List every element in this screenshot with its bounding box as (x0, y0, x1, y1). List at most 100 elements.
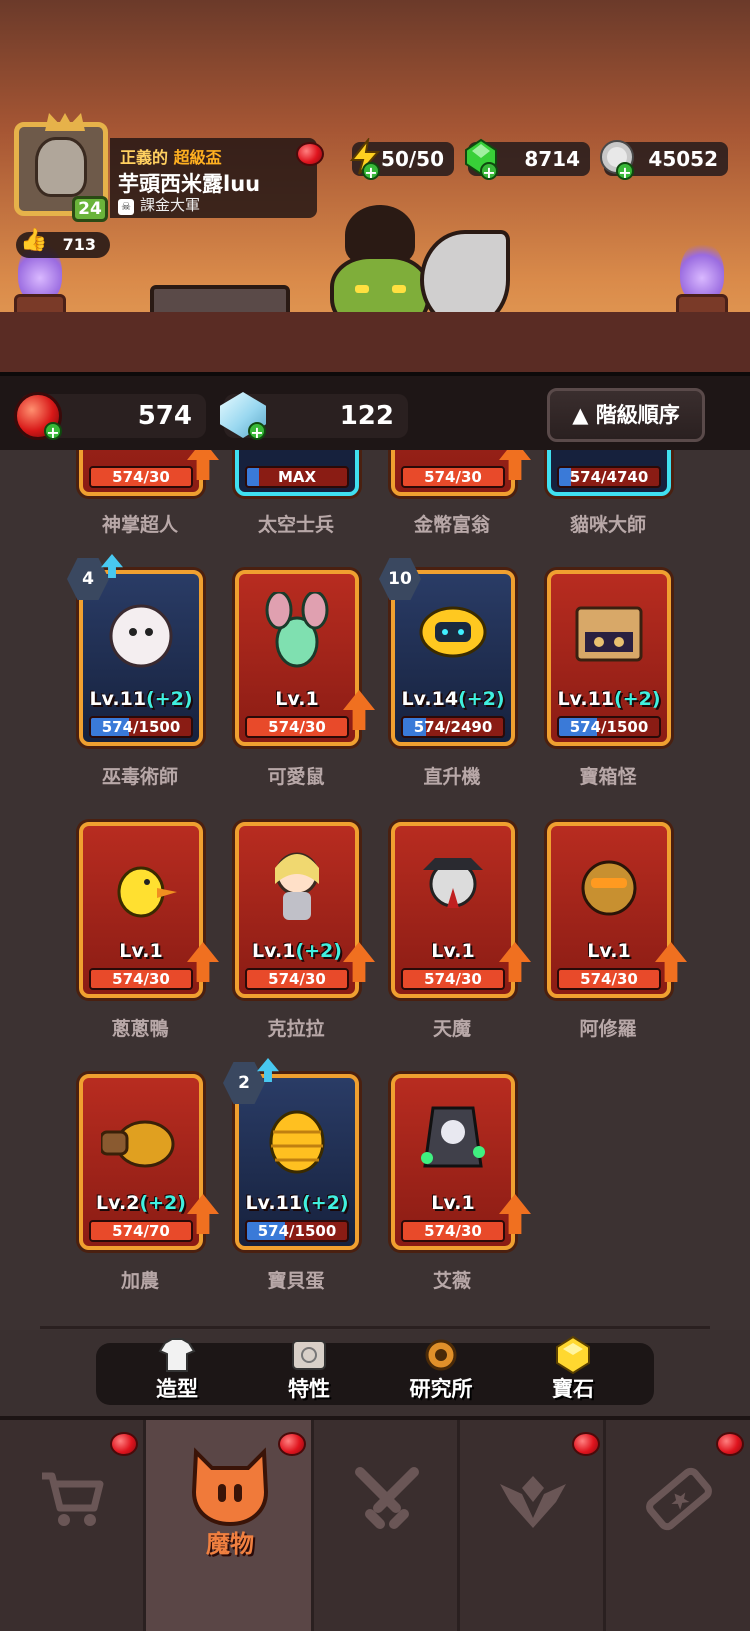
monster-art-icon (109, 604, 173, 668)
guild-emblem-icon: ☠ (118, 199, 134, 215)
monster-card[interactable]: MAX (235, 450, 359, 496)
monster-art-icon (265, 592, 329, 668)
rank-wings-icon (500, 1476, 566, 1528)
monster-art-icon (575, 606, 643, 662)
nav-label-monsters: 魔物 (206, 1530, 254, 1558)
tab-gems[interactable]: 寶石 (518, 1335, 628, 1405)
monster-card[interactable]: Lv.1 574/30 (391, 1074, 531, 1250)
card-progress: 574/1500 (557, 716, 661, 738)
likes-counter[interactable]: 👍 713 (16, 228, 110, 258)
thumbs-up-icon: 👍 (20, 228, 48, 253)
card-progress: MAX (245, 466, 349, 488)
add-energy-icon[interactable]: + (362, 162, 380, 181)
card-progress: 574/30 (89, 968, 193, 990)
monster-art-icon (421, 1106, 485, 1168)
card-level: Lv.1 (119, 940, 163, 962)
crystal-counter[interactable]: + 122 (220, 392, 408, 441)
monster-icon (191, 1447, 269, 1527)
card-progress: 574/30 (245, 968, 349, 990)
tab-research[interactable]: 研究所 (386, 1339, 496, 1405)
yellow-gem-icon (556, 1335, 590, 1375)
monster-card-name: 巫毒術師 (101, 766, 178, 788)
add-crystals-icon[interactable]: + (248, 422, 266, 441)
monster-card[interactable]: Lv.1(+2) 574/30 (235, 822, 375, 998)
card-progress: 574/30 (245, 716, 349, 738)
gear-icon (425, 1339, 457, 1371)
card-progress: 574/30 (401, 466, 505, 488)
monster-card[interactable]: Lv.11(+2) 574/1500 2 (223, 1058, 359, 1250)
nav-tab-battle[interactable] (314, 1420, 460, 1631)
tab-traits[interactable]: 特性 (254, 1340, 364, 1405)
card-progress: 574/30 (89, 466, 193, 488)
add-orbs-icon[interactable]: + (44, 422, 62, 441)
card-progress: 574/1500 (89, 716, 193, 738)
monster-card[interactable]: Lv.1 574/30 (391, 822, 531, 998)
monster-card[interactable]: Lv.1 574/30 (235, 570, 375, 746)
card-progress: 574/1500 (245, 1220, 349, 1242)
monster-card[interactable]: 574/30 (391, 450, 531, 496)
card-progress: 574/70 (89, 1220, 193, 1242)
monster-card[interactable]: Lv.2(+2) 574/70 (79, 1074, 219, 1250)
profile-notification-dot (296, 142, 324, 166)
monster-card-name: 金幣富翁 (413, 514, 490, 536)
card-level: Lv.14(+2) (401, 688, 505, 710)
monster-art-icon (117, 866, 177, 918)
card-level: Lv.11(+2) (557, 688, 661, 710)
shop-cart-icon (42, 1472, 104, 1526)
monsters-notification-dot (278, 1432, 306, 1456)
shop-notification-dot (110, 1432, 138, 1456)
monster-card-name: 阿修羅 (579, 1018, 637, 1040)
collection-subtabs: 造型 特性 研究所 寶石 (96, 1335, 654, 1405)
monster-card-name: 艾薇 (432, 1270, 471, 1292)
monster-card-name: 寶箱怪 (579, 766, 637, 788)
card-level: Lv.1 (275, 688, 319, 710)
crossed-swords-icon (355, 1467, 419, 1529)
monster-card[interactable]: 574/4740 (547, 450, 671, 496)
guild-line: ☠ 課金大軍 (118, 194, 200, 215)
monster-card[interactable]: Lv.1 574/30 (547, 822, 687, 998)
monster-card[interactable]: Lv.14(+2) 574/2490 10 (379, 558, 515, 746)
add-coins-icon[interactable]: + (616, 162, 634, 181)
card-level: Lv.1(+2) (252, 940, 342, 962)
player-level-badge: 24 (72, 196, 108, 222)
monster-card-name: 加農 (120, 1270, 159, 1292)
player-title: 正義的 超級盃 (120, 148, 222, 167)
red-orb-counter[interactable]: + 574 (14, 392, 206, 441)
add-gems-icon[interactable]: + (480, 162, 498, 181)
card-progress: 574/2490 (401, 716, 505, 738)
monster-card-name: 克拉拉 (267, 1018, 325, 1040)
currency-bar: + 574 + 122 ▲ 階級順序 (0, 372, 750, 450)
card-level: Lv.1 (431, 940, 475, 962)
card-progress: 574/30 (401, 1220, 505, 1242)
card-progress: 574/4740 (557, 466, 661, 488)
card-progress: 574/30 (557, 968, 661, 990)
monster-card[interactable]: Lv.11(+2) 574/1500 4 (67, 554, 203, 746)
card-level: Lv.11(+2) (89, 688, 193, 710)
green-gem-counter[interactable]: + 8714 (465, 138, 590, 181)
card-progress: 574/30 (401, 968, 505, 990)
pass-notification-dot (716, 1432, 744, 1456)
energy-counter[interactable]: + 50/50 (349, 138, 454, 181)
monster-art-icon (423, 858, 483, 908)
silver-coin-counter[interactable]: + 45052 (600, 140, 728, 181)
monster-card[interactable]: 574/30 (79, 450, 219, 496)
tab-costume[interactable]: 造型 (122, 1338, 232, 1405)
monster-art-icon (581, 860, 637, 916)
monster-card-name: 寶貝蛋 (267, 1270, 325, 1292)
monster-card-name: 蔥蔥鴨 (111, 1018, 169, 1040)
crown-icon (45, 113, 85, 131)
monster-card[interactable]: Lv.1 574/30 (79, 822, 219, 998)
player-name-panel[interactable]: 正義的 超級盃 芋頭西米露luu ☠ 課金大軍 (110, 138, 317, 218)
sort-by-tier-button[interactable]: ▲ 階級順序 (547, 388, 705, 442)
monster-art-icon (269, 1110, 325, 1174)
scroll-icon (292, 1340, 326, 1370)
monster-card-name: 貓咪大師 (569, 514, 646, 536)
monster-card[interactable]: Lv.11(+2) 574/1500 (547, 570, 671, 746)
monster-card-name: 太空士兵 (257, 514, 334, 536)
monster-card-name: 可愛鼠 (267, 766, 325, 788)
card-level: Lv.11(+2) (245, 1192, 349, 1214)
monster-card-name: 天魔 (432, 1018, 471, 1040)
monster-art-icon (419, 606, 487, 658)
shirt-icon (158, 1338, 196, 1372)
monster-grid[interactable]: 574/30 神掌超人 MAX 太空士兵 574/30 金幣富翁 574/4740 貓咪大師 … (0, 450, 750, 1330)
